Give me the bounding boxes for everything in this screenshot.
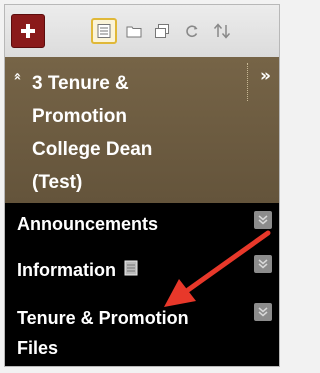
- menu-item-announcements[interactable]: Announcements: [17, 209, 158, 239]
- folder-icon: [126, 26, 142, 38]
- plus-icon: [21, 24, 35, 38]
- course-title-line: 3 Tenure &: [32, 73, 129, 94]
- list-view-button[interactable]: [91, 18, 117, 44]
- course-header: « 3 Tenure & Promotion College Dean (Tes…: [5, 57, 279, 203]
- refresh-button[interactable]: [179, 18, 205, 44]
- chevron-down-icon[interactable]: [254, 211, 272, 229]
- course-title-line: College Dean: [32, 139, 153, 160]
- course-toolbar: [5, 5, 279, 58]
- menu-item-tenure-promotion-files[interactable]: Tenure & Promotion Files: [17, 303, 189, 363]
- folder-view-button[interactable]: [121, 18, 147, 44]
- course-menu: Announcements Information Tenure & Promo…: [5, 203, 279, 366]
- expand-icon[interactable]: »: [260, 66, 271, 86]
- course-title[interactable]: 3 Tenure & Promotion College Dean (Test): [32, 67, 237, 199]
- chevron-down-icon[interactable]: [254, 255, 272, 273]
- menu-item-information[interactable]: Information: [17, 255, 138, 285]
- menu-item-label: Announcements: [17, 214, 159, 234]
- menu-item-label: Files: [17, 338, 59, 358]
- course-title-line: (Test): [32, 172, 83, 193]
- menu-item-label: Tenure & Promotion: [17, 308, 189, 328]
- refresh-icon: [186, 25, 198, 38]
- windows-icon: [155, 24, 169, 38]
- course-menu-panel: « 3 Tenure & Promotion College Dean (Tes…: [4, 4, 280, 367]
- list-view-icon: [97, 24, 111, 38]
- collapse-icon[interactable]: «: [10, 72, 25, 80]
- sort-button[interactable]: [209, 18, 235, 44]
- menu-item-label: Information: [17, 260, 116, 280]
- header-divider: [247, 63, 248, 101]
- add-menu-item-button[interactable]: [11, 14, 45, 48]
- new-window-button[interactable]: [149, 18, 175, 44]
- sort-icon: [213, 23, 231, 39]
- course-title-line: Promotion: [32, 106, 127, 127]
- chevron-down-icon[interactable]: [254, 303, 272, 321]
- page-icon: [124, 260, 138, 276]
